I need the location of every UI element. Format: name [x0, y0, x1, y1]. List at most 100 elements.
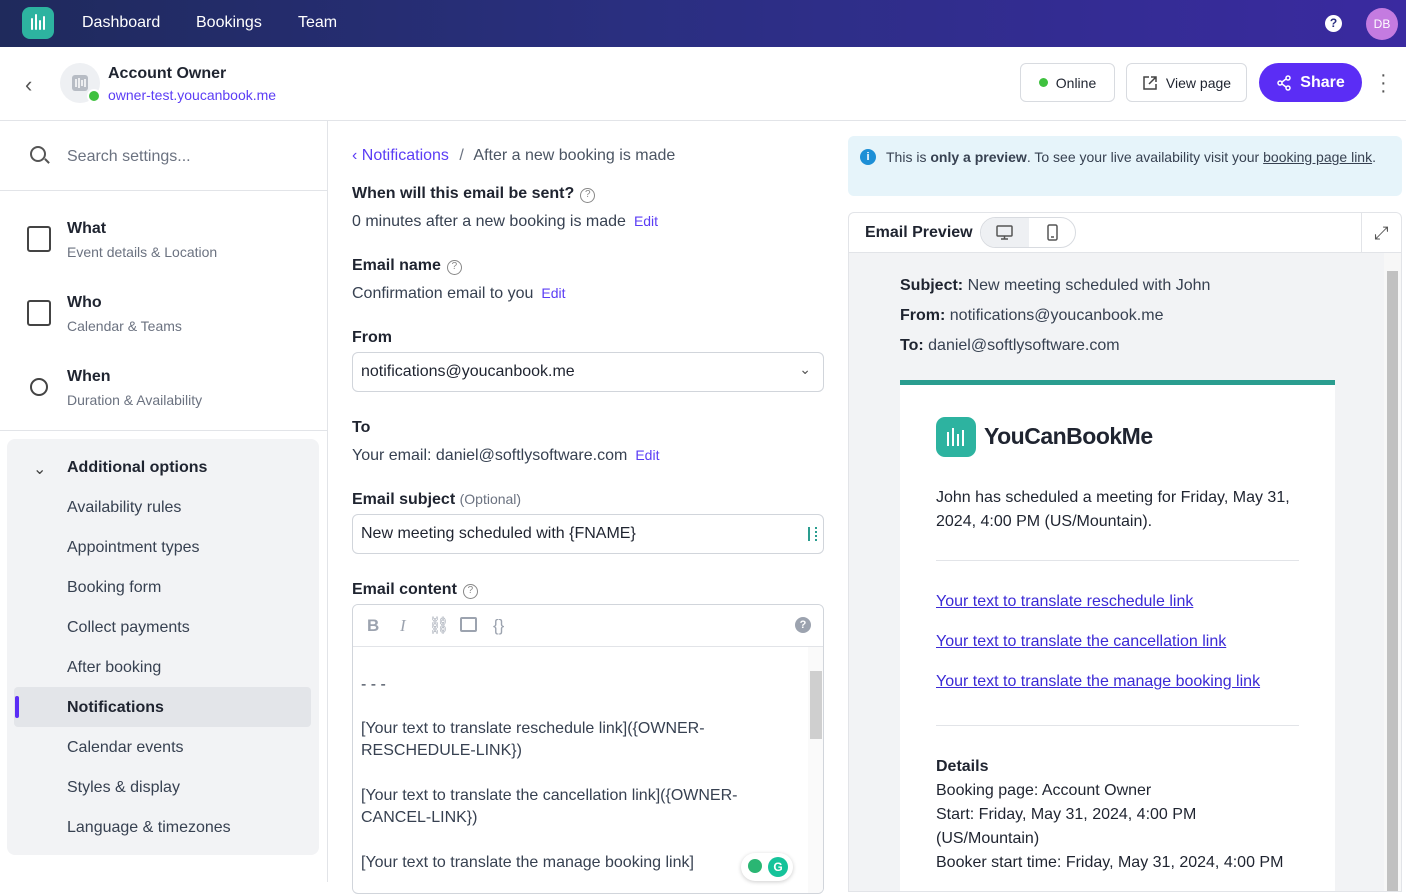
desktop-view-button[interactable]	[981, 218, 1029, 247]
avatar[interactable]: DB	[1366, 8, 1398, 40]
breadcrumb-separator: /	[459, 147, 464, 164]
view-page-button[interactable]: View page	[1126, 63, 1247, 102]
mobile-view-button[interactable]	[1029, 218, 1077, 247]
additional-options-title[interactable]: Additional options	[67, 459, 207, 477]
email-preview-header: Email Preview ⤢	[849, 213, 1401, 253]
settings-sidebar: Search settings... What Event details & …	[0, 121, 328, 882]
details-line: (US/Mountain)	[936, 830, 1040, 847]
preview-info-banner: i This is only a preview. To see your li…	[848, 136, 1402, 196]
email-body-text: John has scheduled a meeting for Friday,…	[936, 489, 1290, 530]
help-icon[interactable]: ?	[1325, 15, 1342, 32]
option-styles-display[interactable]: Styles & display	[67, 779, 180, 797]
sidebar-item-title: Who	[67, 294, 102, 311]
booking-page-avatar	[60, 63, 101, 103]
online-dot-icon	[1038, 78, 1048, 87]
edit-when-link[interactable]: Edit	[634, 213, 658, 229]
editor-help-icon[interactable]: ?	[795, 617, 811, 633]
editor-toolbar: B I ⛓ {} ?	[353, 605, 823, 647]
link-icon[interactable]: ⛓	[428, 616, 450, 636]
option-calendar-events[interactable]: Calendar events	[67, 739, 184, 757]
bold-icon[interactable]: B	[367, 616, 379, 636]
from-select-value: notifications@youcanbook.me	[361, 363, 575, 380]
from-select[interactable]: notifications@youcanbook.me ⌄	[352, 352, 824, 392]
content-line: [Your text to translate the manage booki…	[361, 854, 694, 871]
grammarly-widget[interactable]: G	[741, 853, 793, 881]
nav-bookings[interactable]: Bookings	[196, 14, 262, 32]
email-subject-input[interactable]: New meeting scheduled with {FNAME}	[352, 514, 824, 554]
back-chevron-icon[interactable]: ‹	[25, 72, 32, 98]
grammarly-bulb-icon	[748, 859, 762, 873]
option-appointment-types[interactable]: Appointment types	[67, 539, 200, 557]
sidebar-item-what[interactable]: What Event details & Location	[0, 203, 327, 277]
more-options-icon[interactable]: · · ·	[1380, 65, 1387, 101]
chevron-down-icon[interactable]: ⌄	[33, 459, 46, 479]
option-availability-rules[interactable]: Availability rules	[67, 499, 181, 517]
sidebar-item-who[interactable]: Who Calendar & Teams	[0, 277, 327, 351]
to-value: Your email: daniel@softlysoftware.com Edi…	[352, 447, 660, 464]
manage-booking-link[interactable]: Your text to translate the manage bookin…	[936, 673, 1260, 691]
sidebar-item-title: When	[67, 368, 111, 385]
editor-scrollbar-thumb[interactable]	[810, 671, 822, 739]
content-line: - - -	[361, 676, 386, 693]
reschedule-link[interactable]: Your text to translate reschedule link	[936, 593, 1193, 611]
code-braces-icon[interactable]: {}	[493, 616, 504, 636]
nav-dashboard[interactable]: Dashboard	[82, 14, 160, 32]
details-line: Start: Friday, May 31, 2024, 4:00 PM	[936, 806, 1197, 823]
sidebar-item-when[interactable]: When Duration & Availability	[0, 351, 327, 425]
help-question-icon[interactable]: ?	[462, 584, 478, 599]
edit-name-link[interactable]: Edit	[541, 285, 565, 301]
breadcrumb: ‹ Notifications / After a new booking is…	[352, 147, 675, 165]
from-label: From	[352, 329, 392, 346]
sidebar-item-subtitle: Calendar & Teams	[67, 318, 182, 334]
email-subject-label: Email subject (Optional)	[352, 491, 522, 508]
help-question-icon[interactable]: ?	[446, 260, 462, 275]
share-label: Share	[1300, 73, 1345, 91]
option-language-timezones[interactable]: Language & timezones	[67, 819, 231, 837]
preview-scrollbar-thumb[interactable]	[1387, 271, 1398, 891]
details-title: Details	[936, 758, 989, 775]
nav-team[interactable]: Team	[298, 14, 337, 32]
divider	[0, 430, 327, 431]
external-link-icon	[1143, 75, 1157, 90]
watch-icon	[30, 378, 48, 396]
search-input[interactable]: Search settings...	[67, 148, 191, 166]
option-collect-payments[interactable]: Collect payments	[67, 619, 190, 637]
content-line: [Your text to translate the cancellation…	[361, 787, 738, 804]
editor-scrollbar[interactable]	[808, 647, 823, 893]
option-booking-form[interactable]: Booking form	[67, 579, 161, 597]
preview-to: To: daniel@softlysoftware.com	[900, 337, 1120, 354]
italic-icon[interactable]: I	[400, 616, 406, 636]
share-icon	[1277, 74, 1292, 91]
option-after-booking[interactable]: After booking	[67, 659, 161, 677]
breadcrumb-notifications-link[interactable]: Notifications	[362, 147, 449, 164]
cancellation-link[interactable]: Your text to translate the cancellation …	[936, 633, 1226, 651]
page-header: ‹ Account Owner owner-test.youcanbook.me…	[0, 47, 1406, 121]
placeholder-insert-icon[interactable]	[808, 527, 817, 541]
when-label: When will this email be sent??	[352, 185, 596, 203]
option-notifications[interactable]: Notifications	[67, 699, 164, 717]
share-button[interactable]: Share	[1259, 63, 1362, 102]
image-icon[interactable]	[460, 617, 477, 632]
to-label: To	[352, 419, 371, 436]
details-line: Booker start time: Friday, May 31, 2024,…	[936, 854, 1284, 871]
breadcrumb-back-chevron-icon[interactable]: ‹	[352, 147, 362, 164]
details-icon	[27, 226, 51, 252]
help-question-icon[interactable]: ?	[580, 188, 596, 203]
online-status-button[interactable]: Online	[1020, 63, 1115, 102]
notification-form: ‹ Notifications / After a new booking is…	[328, 121, 848, 894]
brand-name: YouCanBookMe	[984, 423, 1153, 449]
email-name-label: Email name?	[352, 257, 462, 275]
expand-icon[interactable]: ⤢	[1361, 213, 1401, 253]
optional-tag: (Optional)	[459, 491, 522, 507]
email-preview: Email Preview ⤢ Subject: New meeting sch…	[848, 212, 1402, 892]
booking-page-link[interactable]: booking page link	[1263, 149, 1372, 165]
preview-scrollbar[interactable]	[1384, 253, 1401, 891]
youcanbookme-logo-icon[interactable]	[22, 7, 54, 39]
calendar-person-icon	[27, 300, 51, 326]
email-content-editor[interactable]: B I ⛓ {} ? - - - [Your text to translate…	[352, 604, 824, 894]
settings-search[interactable]: Search settings...	[0, 121, 327, 191]
edit-to-link[interactable]: Edit	[635, 447, 659, 463]
email-preview-title: Email Preview	[865, 224, 973, 241]
view-page-label: View page	[1165, 74, 1232, 91]
booking-page-url[interactable]: owner-test.youcanbook.me	[108, 87, 276, 103]
